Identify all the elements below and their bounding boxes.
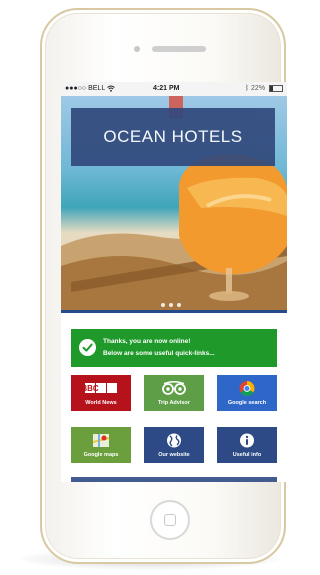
quick-link-world-news[interactable]: BBC World News <box>71 375 131 411</box>
globe-icon <box>144 432 204 449</box>
battery-icon <box>269 84 283 92</box>
carousel-indicator[interactable] <box>159 294 183 307</box>
hotel-name-banner: OCEAN HOTELS <box>71 108 275 166</box>
quick-link-our-website[interactable]: Our website <box>144 427 204 463</box>
info-icon <box>217 432 277 449</box>
banner-submessage: Below are some useful quick-links... <box>103 350 215 357</box>
earpiece-speaker <box>152 46 206 52</box>
footer-bar <box>71 477 277 482</box>
quick-link-useful-info[interactable]: Useful info <box>217 427 277 463</box>
map-icon <box>71 432 131 449</box>
hero-carousel[interactable]: OCEAN HOTELS <box>61 96 287 310</box>
wifi-icon <box>107 85 115 92</box>
quick-link-google-maps[interactable]: Google maps <box>71 427 131 463</box>
checkmark-icon <box>79 339 96 356</box>
carrier-label: ●●●○○ BELL <box>65 82 115 96</box>
tile-label: Trip Advisor <box>158 400 190 406</box>
online-confirmation-banner: Thanks, you are now online! Below are so… <box>71 329 277 367</box>
banner-message: Thanks, you are now online! <box>103 338 191 345</box>
bbc-logo-icon: BBC <box>71 380 131 397</box>
tile-label: Google maps <box>83 452 119 458</box>
mockup-stage: ●●●○○ BELL 4:21 PM ᛒ 22% OCEAN HOTELS Th… <box>0 0 296 575</box>
tile-label: Our website <box>158 452 190 458</box>
tile-label: World News <box>85 400 117 406</box>
owl-icon <box>144 380 204 397</box>
svg-text:BBC: BBC <box>81 384 99 393</box>
bluetooth-icon: ᛒ <box>244 85 250 92</box>
clock: 4:21 PM <box>153 85 180 92</box>
battery-level <box>270 85 273 91</box>
phone-screen: ●●●○○ BELL 4:21 PM ᛒ 22% OCEAN HOTELS Th… <box>61 82 287 482</box>
battery-percent: 22% <box>251 85 266 92</box>
status-bar: ●●●○○ BELL 4:21 PM ᛒ 22% <box>61 82 287 96</box>
chrome-icon <box>217 380 277 397</box>
portal-content: Thanks, you are now online! Below are so… <box>61 310 287 482</box>
front-camera <box>134 46 140 52</box>
carousel-dot-3[interactable] <box>177 303 181 307</box>
carousel-dot-2[interactable] <box>169 303 173 307</box>
tile-label: Useful info <box>232 452 262 458</box>
quick-link-google-search[interactable]: Google search <box>217 375 277 411</box>
carousel-dot-1[interactable] <box>161 303 165 307</box>
tile-label: Google search <box>227 400 267 406</box>
home-button[interactable] <box>150 500 190 540</box>
home-square-icon <box>164 514 176 526</box>
battery-status: ᛒ 22% <box>245 82 283 96</box>
quick-link-trip-advisor[interactable]: Trip Advisor <box>144 375 204 411</box>
